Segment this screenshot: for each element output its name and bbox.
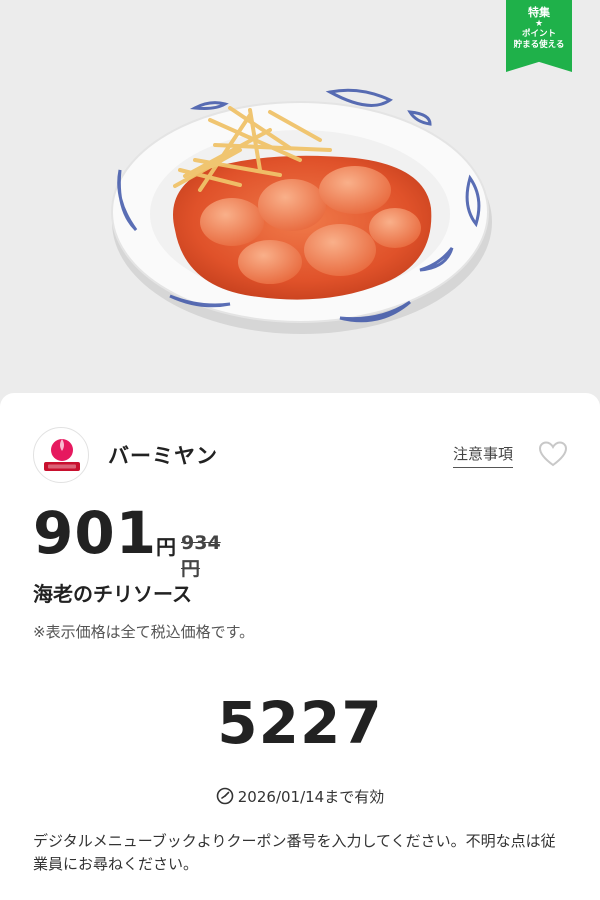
notice-link[interactable]: 注意事項 [453, 443, 514, 468]
clock-icon [216, 787, 234, 805]
brand-logo[interactable] [33, 427, 89, 483]
coupon-code: 5227 [217, 689, 383, 757]
item-name: 海老のチリソース [33, 582, 192, 606]
bamiyan-logo-icon [44, 439, 80, 471]
tax-note: ※表示価格は全て税込価格です。 [33, 623, 255, 641]
star-icon: ★ [534, 19, 544, 29]
feature-badge-title: 特集 [528, 6, 550, 19]
price-current: 901 [33, 499, 158, 567]
brand-name: バーミヤン [108, 444, 218, 468]
validity-text: 2026/01/14まで有効 [237, 788, 385, 806]
validity: 2026/01/14まで有効 [0, 786, 600, 807]
instructions: デジタルメニューブックよりクーポン番号を入力してください。不明な点は従業員にお尋… [33, 832, 556, 873]
heart-icon[interactable] [538, 440, 568, 468]
price-original: 934円 [181, 532, 221, 580]
hero-image: 特集 ★ ポイント 貯まる使える [0, 0, 600, 410]
coupon-card: バーミヤン 注意事項 901 円 934円 海老のチリソース ※表示価格は全て税… [0, 393, 600, 900]
feature-badge[interactable]: 特集 ★ ポイント 貯まる使える [506, 0, 572, 72]
feature-badge-subtitle-2: 貯まる使える [513, 40, 565, 50]
feature-badge-subtitle-1: ポイント [521, 29, 556, 39]
price-unit: 円 [156, 535, 176, 559]
